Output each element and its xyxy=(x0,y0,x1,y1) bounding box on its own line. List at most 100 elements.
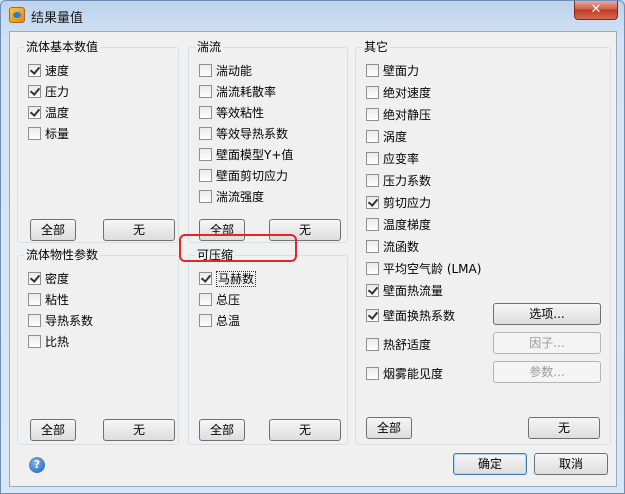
checkbox-box[interactable] xyxy=(199,106,212,119)
checkbox-vorticity[interactable]: 涡度 xyxy=(366,129,407,147)
checkbox-box[interactable] xyxy=(28,127,41,140)
checkbox-label: 烟雾能见度 xyxy=(383,367,444,381)
checkbox-box[interactable] xyxy=(366,284,379,297)
checkbox-label: 压力系数 xyxy=(383,174,432,188)
checkbox-box[interactable] xyxy=(366,240,379,253)
checkbox-label: 粘性 xyxy=(45,293,70,307)
checkbox-smoke-visibility[interactable]: 烟雾能见度 xyxy=(366,366,443,384)
checkbox-specific-heat[interactable]: 比热 xyxy=(28,334,69,352)
checkbox-strain-rate[interactable]: 应变率 xyxy=(366,151,419,169)
checkbox-dissipation[interactable]: 湍流耗散率 xyxy=(199,84,276,102)
group-title: 其它 xyxy=(362,39,391,55)
checkbox-box[interactable] xyxy=(199,190,212,203)
checkbox-box[interactable] xyxy=(28,335,41,348)
checkbox-speed[interactable]: 速度 xyxy=(28,63,69,81)
checkbox-box[interactable] xyxy=(28,272,41,285)
checkbox-pressure[interactable]: 压力 xyxy=(28,84,69,102)
group-compressible: 可压缩 马赫数 总压 总温 全部 无 xyxy=(188,247,348,445)
checkbox-tke[interactable]: 湍动能 xyxy=(199,63,252,81)
select-none-button[interactable]: 无 xyxy=(103,219,175,241)
checkbox-yplus[interactable]: 壁面模型Y+值 xyxy=(199,147,293,165)
checkbox-wall-shear[interactable]: 壁面剪切应力 xyxy=(199,168,288,186)
group-turbulence: 湍流 湍动能 湍流耗散率 等效粘性 等效导热系数 壁面模型Y+值 壁面剪切应力 … xyxy=(188,39,348,243)
checkbox-box[interactable] xyxy=(366,174,379,187)
checkbox-label: 壁面力 xyxy=(383,64,420,78)
checkbox-temp-gradient[interactable]: 温度梯度 xyxy=(366,217,431,235)
checkbox-box[interactable] xyxy=(199,169,212,182)
checkbox-label: 密度 xyxy=(45,272,70,286)
checkbox-box[interactable] xyxy=(366,338,379,351)
checkbox-label: 比热 xyxy=(45,335,70,349)
checkbox-box[interactable] xyxy=(28,314,41,327)
checkbox-label: 绝对速度 xyxy=(383,86,432,100)
checkbox-box[interactable] xyxy=(366,367,379,380)
checkbox-wall-htc[interactable]: 壁面换热系数 xyxy=(366,308,455,326)
params-button[interactable]: 参数... xyxy=(493,361,601,383)
checkbox-label: 等效导热系数 xyxy=(216,127,289,141)
checkbox-label: 等效粘性 xyxy=(216,106,265,120)
checkbox-wall-heat-flux[interactable]: 壁面热流量 xyxy=(366,283,443,301)
checkbox-box[interactable] xyxy=(199,85,212,98)
options-button[interactable]: 选项... xyxy=(493,303,601,325)
checkbox-label: 热舒适度 xyxy=(383,338,432,352)
close-button[interactable]: ✕ xyxy=(574,1,618,20)
checkbox-box[interactable] xyxy=(366,64,379,77)
checkbox-box[interactable] xyxy=(366,108,379,121)
checkbox-viscosity[interactable]: 粘性 xyxy=(28,292,69,310)
checkbox-box[interactable] xyxy=(366,130,379,143)
window-title: 结果量值 xyxy=(31,11,84,26)
checkbox-box[interactable] xyxy=(199,314,212,327)
select-none-button[interactable]: 无 xyxy=(103,419,175,441)
checkbox-scalar[interactable]: 标量 xyxy=(28,126,69,144)
cancel-button[interactable]: 取消 xyxy=(534,453,608,475)
checkbox-box[interactable] xyxy=(199,293,212,306)
checkbox-box[interactable] xyxy=(366,152,379,165)
checkbox-thermal-comfort[interactable]: 热舒适度 xyxy=(366,337,431,355)
checkbox-air-age[interactable]: 平均空气龄 (LMA) xyxy=(366,261,481,279)
checkbox-abs-velocity[interactable]: 绝对速度 xyxy=(366,85,431,103)
checkbox-box[interactable] xyxy=(28,106,41,119)
checkbox-label: 壁面换热系数 xyxy=(383,309,456,323)
checkbox-eff-viscosity[interactable]: 等效粘性 xyxy=(199,105,264,123)
select-none-button[interactable]: 无 xyxy=(528,417,600,439)
select-all-button[interactable]: 全部 xyxy=(199,419,245,441)
checkbox-box[interactable] xyxy=(366,218,379,231)
factor-button[interactable]: 因子... xyxy=(493,332,601,354)
checkbox-box[interactable] xyxy=(199,127,212,140)
checkbox-label: 剪切应力 xyxy=(383,196,432,210)
checkbox-box[interactable] xyxy=(28,64,41,77)
checkbox-box[interactable] xyxy=(199,148,212,161)
checkbox-box[interactable] xyxy=(366,196,379,209)
checkbox-total-pressure[interactable]: 总压 xyxy=(199,292,240,310)
help-icon[interactable]: ? xyxy=(29,457,45,473)
select-all-button[interactable]: 全部 xyxy=(30,219,76,241)
checkbox-box[interactable] xyxy=(28,293,41,306)
checkbox-shear-stress[interactable]: 剪切应力 xyxy=(366,195,431,213)
checkbox-box[interactable] xyxy=(199,64,212,77)
checkbox-eff-conductivity[interactable]: 等效导热系数 xyxy=(199,126,288,144)
group-title: 流体物性参数 xyxy=(24,247,101,263)
checkbox-abs-static-pressure[interactable]: 绝对静压 xyxy=(366,107,431,125)
select-all-button[interactable]: 全部 xyxy=(30,419,76,441)
checkbox-label: 绝对静压 xyxy=(383,108,432,122)
select-all-button[interactable]: 全部 xyxy=(366,417,412,439)
checkbox-total-temperature[interactable]: 总温 xyxy=(199,313,240,331)
checkbox-stream-function[interactable]: 流函数 xyxy=(366,239,419,257)
checkbox-conductivity[interactable]: 导热系数 xyxy=(28,313,93,331)
checkbox-wall-force[interactable]: 壁面力 xyxy=(366,63,419,81)
checkbox-temperature[interactable]: 温度 xyxy=(28,105,69,123)
checkbox-density[interactable]: 密度 xyxy=(28,271,69,289)
select-none-button[interactable]: 无 xyxy=(269,419,341,441)
checkbox-box[interactable] xyxy=(366,309,379,322)
checkbox-box[interactable] xyxy=(366,262,379,275)
group-fluid-properties: 流体物性参数 密度 粘性 导热系数 比热 全部 无 xyxy=(17,247,179,445)
annotation-highlight xyxy=(179,234,297,262)
checkbox-box[interactable] xyxy=(199,272,212,285)
checkbox-box[interactable] xyxy=(28,85,41,98)
group-title: 流体基本数值 xyxy=(24,39,101,55)
checkbox-intensity[interactable]: 湍流强度 xyxy=(199,189,264,207)
checkbox-box[interactable] xyxy=(366,86,379,99)
ok-button[interactable]: 确定 xyxy=(453,453,527,475)
checkbox-pressure-coef[interactable]: 压力系数 xyxy=(366,173,431,191)
checkbox-mach[interactable]: 马赫数 xyxy=(199,271,257,289)
